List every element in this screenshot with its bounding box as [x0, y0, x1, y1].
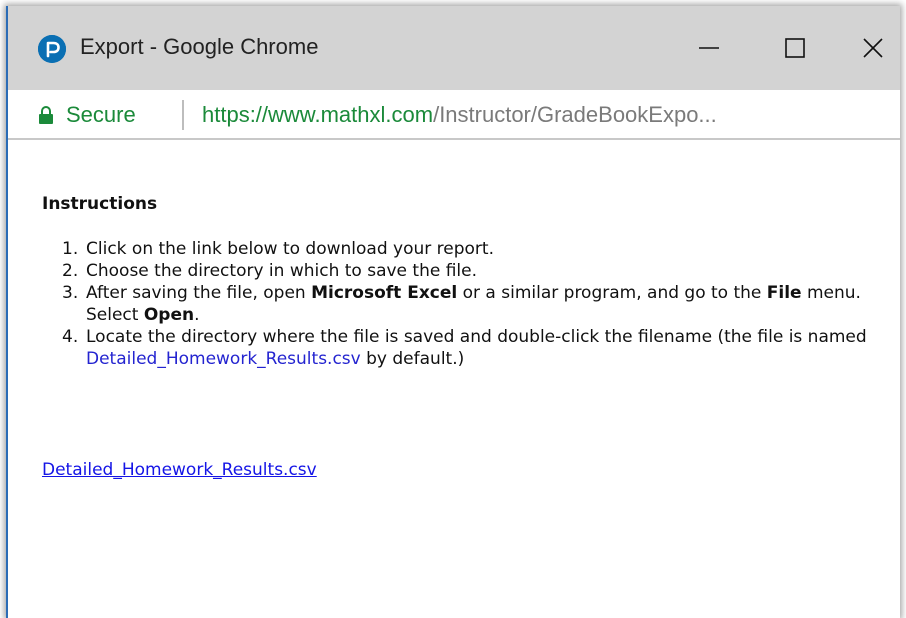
url-path: /Instructor/GradeBookExpo... — [433, 102, 717, 127]
address-bar[interactable]: Secure https://www.mathxl.com/Instructor… — [8, 90, 900, 140]
title-bar[interactable]: Export - Google Chrome — [8, 6, 900, 90]
step-text-part: . — [194, 305, 200, 325]
minimize-icon — [699, 47, 719, 49]
step-number: 2. — [62, 261, 79, 281]
instructions-heading: Instructions — [42, 194, 158, 214]
url-text[interactable]: https://www.mathxl.com/Instructor/GradeB… — [202, 102, 717, 128]
filename-reference: Detailed_Homework_Results.csv — [86, 349, 361, 369]
step-text: Locate the directory where the file is s… — [86, 327, 867, 369]
pearson-p-icon — [38, 35, 66, 63]
step-text: Choose the directory in which to save th… — [86, 261, 478, 281]
step-number: 3. — [62, 283, 79, 303]
lock-icon — [39, 106, 53, 124]
secure-label[interactable]: Secure — [66, 102, 136, 128]
list-item: 2. Choose the directory in which to save… — [62, 260, 892, 282]
menu-name: File — [766, 283, 802, 303]
command-name: Open — [143, 305, 195, 325]
step-text-part: Locate the directory where the file is s… — [86, 327, 867, 347]
url-host: https://www.mathxl.com — [202, 102, 434, 127]
minimize-button[interactable] — [680, 24, 738, 72]
step-number: 4. — [62, 327, 79, 347]
step-text-part: After saving the file, open — [86, 283, 312, 303]
program-name: Microsoft Excel — [311, 283, 458, 303]
step-text-part: by default.) — [360, 349, 465, 369]
page-content: Instructions 1. Click on the link below … — [8, 142, 900, 618]
list-item: 4. Locate the directory where the file i… — [62, 326, 892, 370]
maximize-icon — [785, 38, 805, 58]
download-file-link[interactable]: Detailed_Homework_Results.csv — [42, 460, 317, 480]
list-item: 3. After saving the file, open Microsoft… — [62, 282, 892, 326]
instructions-list: 1. Click on the link below to download y… — [62, 238, 892, 370]
address-separator — [182, 100, 184, 130]
close-icon — [863, 38, 883, 58]
window-title: Export - Google Chrome — [80, 34, 319, 59]
list-item: 1. Click on the link below to download y… — [62, 238, 892, 260]
maximize-button[interactable] — [766, 24, 824, 72]
step-number: 1. — [62, 239, 79, 259]
step-text-part: or a similar program, and go to the — [457, 283, 767, 303]
step-text: After saving the file, open Microsoft Ex… — [86, 283, 861, 325]
close-button[interactable] — [844, 24, 900, 72]
step-text: Click on the link below to download your… — [86, 239, 494, 259]
browser-window: Export - Google Chrome Secure https://ww… — [6, 6, 900, 618]
